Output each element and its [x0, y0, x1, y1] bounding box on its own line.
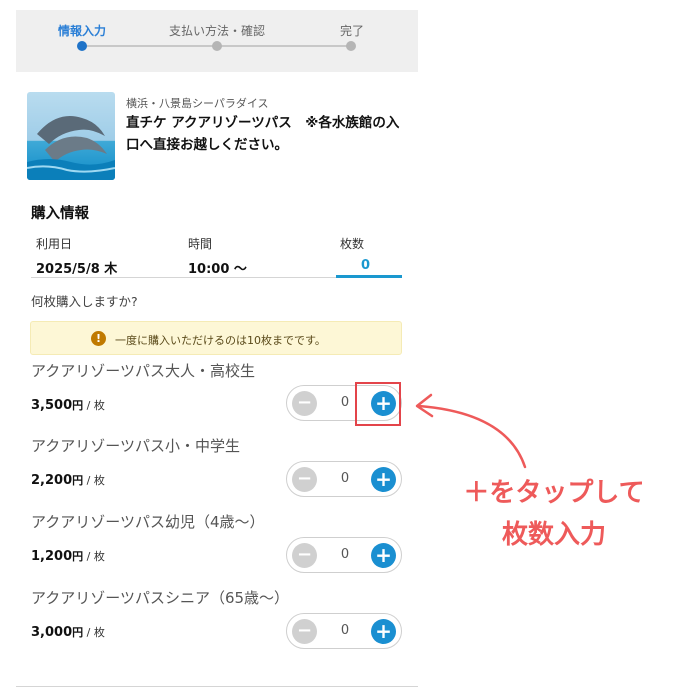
step-complete: 完了 — [339, 24, 364, 38]
price-unit: / 枚 — [83, 474, 105, 487]
quantity-value[interactable]: 0 — [327, 471, 363, 486]
product-title: 直チケ アクアリゾーツパス ※各水族館の入口へ直接お越しください。 — [126, 115, 400, 153]
minus-button[interactable]: − — [292, 467, 317, 492]
price-amount: 3,500 — [31, 398, 73, 413]
product-image-dolphins — [27, 92, 115, 180]
count-value[interactable]: 0 — [361, 258, 370, 273]
quantity-value[interactable]: 0 — [327, 623, 363, 638]
ticket-price-adult: 3,500円 / 枚 — [31, 397, 105, 413]
ticket-name-senior: アクアリゾーツパスシニア（65歳〜） — [31, 589, 290, 607]
quantity-stepper-senior: − 0 + — [286, 613, 402, 649]
price-currency: 円 — [72, 474, 84, 487]
step-line-1 — [81, 45, 216, 47]
step-dot-1 — [77, 41, 87, 51]
step-payment-confirm: 支払い方法・確認 — [168, 24, 265, 38]
price-unit: / 枚 — [83, 399, 105, 412]
step-dot-2 — [212, 41, 222, 51]
price-amount: 3,000 — [31, 625, 73, 640]
ticket-name-infant: アクアリゾーツパス幼児（4歳〜） — [31, 513, 265, 531]
minus-button[interactable]: − — [292, 543, 317, 568]
ticket-price-child: 2,200円 / 枚 — [31, 472, 105, 488]
plus-button[interactable]: + — [371, 543, 396, 568]
divider — [31, 277, 336, 278]
time-label: 時間 — [188, 237, 213, 251]
annotation-arrow-icon — [415, 393, 527, 469]
count-active-indicator — [336, 275, 402, 278]
notice-text: 一度に購入いただけるのは10枚までです。 — [115, 334, 326, 347]
date-value[interactable]: 2025/5/8 木 — [36, 258, 117, 277]
date-label: 利用日 — [36, 237, 73, 251]
price-amount: 2,200 — [31, 473, 73, 488]
step-line-2 — [216, 45, 351, 47]
step-dot-3 — [346, 41, 356, 51]
plus-button[interactable]: + — [371, 467, 396, 492]
annotation-line-2: 枚数入力 — [501, 520, 606, 550]
price-unit: / 枚 — [83, 626, 105, 639]
step-info-input: 情報入力 — [57, 24, 106, 38]
plus-button[interactable]: + — [371, 619, 396, 644]
quantity-value[interactable]: 0 — [327, 547, 363, 562]
purchase-info-title: 購入情報 — [31, 206, 89, 222]
warning-icon: ! — [91, 331, 106, 346]
ticket-name-child: アクアリゾーツパス小・中学生 — [31, 437, 240, 455]
price-currency: 円 — [72, 626, 84, 639]
price-currency: 円 — [72, 550, 84, 563]
notice-banner: ! 一度に購入いただけるのは10枚までです。 — [30, 321, 402, 355]
price-currency: 円 — [72, 399, 84, 412]
minus-button[interactable]: − — [292, 619, 317, 644]
price-unit: / 枚 — [83, 550, 105, 563]
quantity-question: 何枚購入しますか? — [31, 294, 138, 309]
annotation-line-1: ＋をタップして — [463, 478, 645, 508]
quantity-stepper-child: − 0 + — [286, 461, 402, 497]
ticket-price-senior: 3,000円 / 枚 — [31, 624, 105, 640]
bottom-divider — [16, 686, 418, 687]
ticket-name-adult: アクアリゾーツパス大人・高校生 — [31, 362, 255, 380]
ticket-price-infant: 1,200円 / 枚 — [31, 548, 105, 564]
product-venue: 横浜・八景島シーパラダイス — [126, 97, 269, 110]
count-label: 枚数 — [340, 237, 365, 251]
minus-button[interactable]: − — [292, 391, 317, 416]
price-amount: 1,200 — [31, 549, 73, 564]
plus-button-highlight — [355, 382, 401, 426]
annotation-text: ＋をタップして 枚数入力 — [438, 472, 670, 556]
progress-stepper: 情報入力 支払い方法・確認 完了 — [16, 10, 418, 72]
quantity-stepper-infant: − 0 + — [286, 537, 402, 573]
purchase-panel: 情報入力 支払い方法・確認 完了 横浜・八景島シーパラダイス 直チケ アクアリゾ… — [16, 10, 418, 690]
time-value[interactable]: 10:00 〜 — [188, 258, 247, 277]
